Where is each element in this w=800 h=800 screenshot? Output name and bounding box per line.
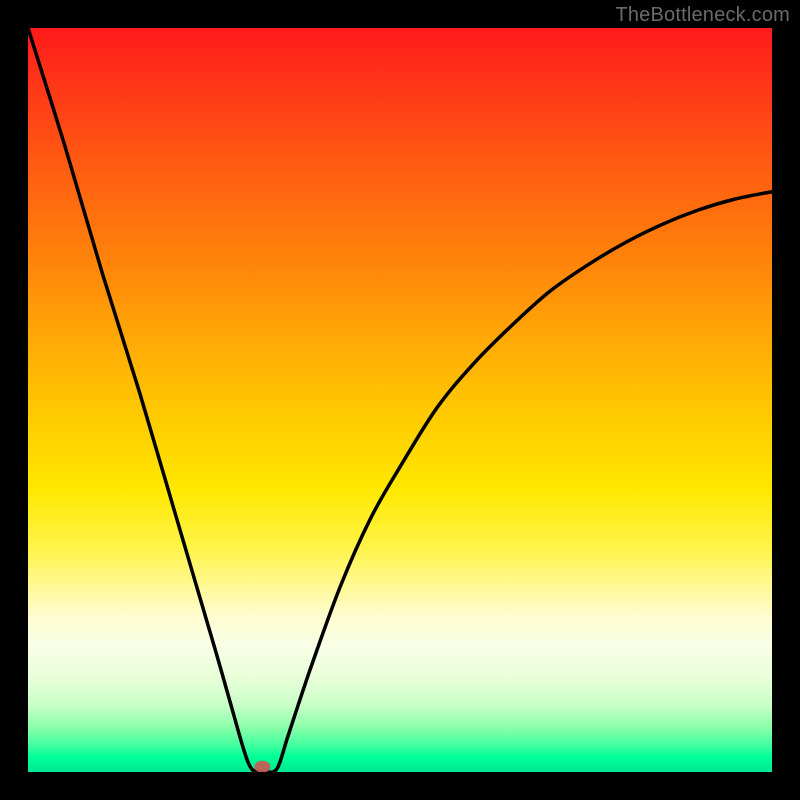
watermark-text: TheBottleneck.com [615, 4, 790, 27]
min-marker [254, 761, 270, 772]
curve-group [28, 28, 772, 772]
chart-frame: TheBottleneck.com [0, 0, 800, 800]
plot-area [28, 28, 772, 772]
bottleneck-curve [28, 28, 772, 772]
chart-svg [28, 28, 772, 772]
